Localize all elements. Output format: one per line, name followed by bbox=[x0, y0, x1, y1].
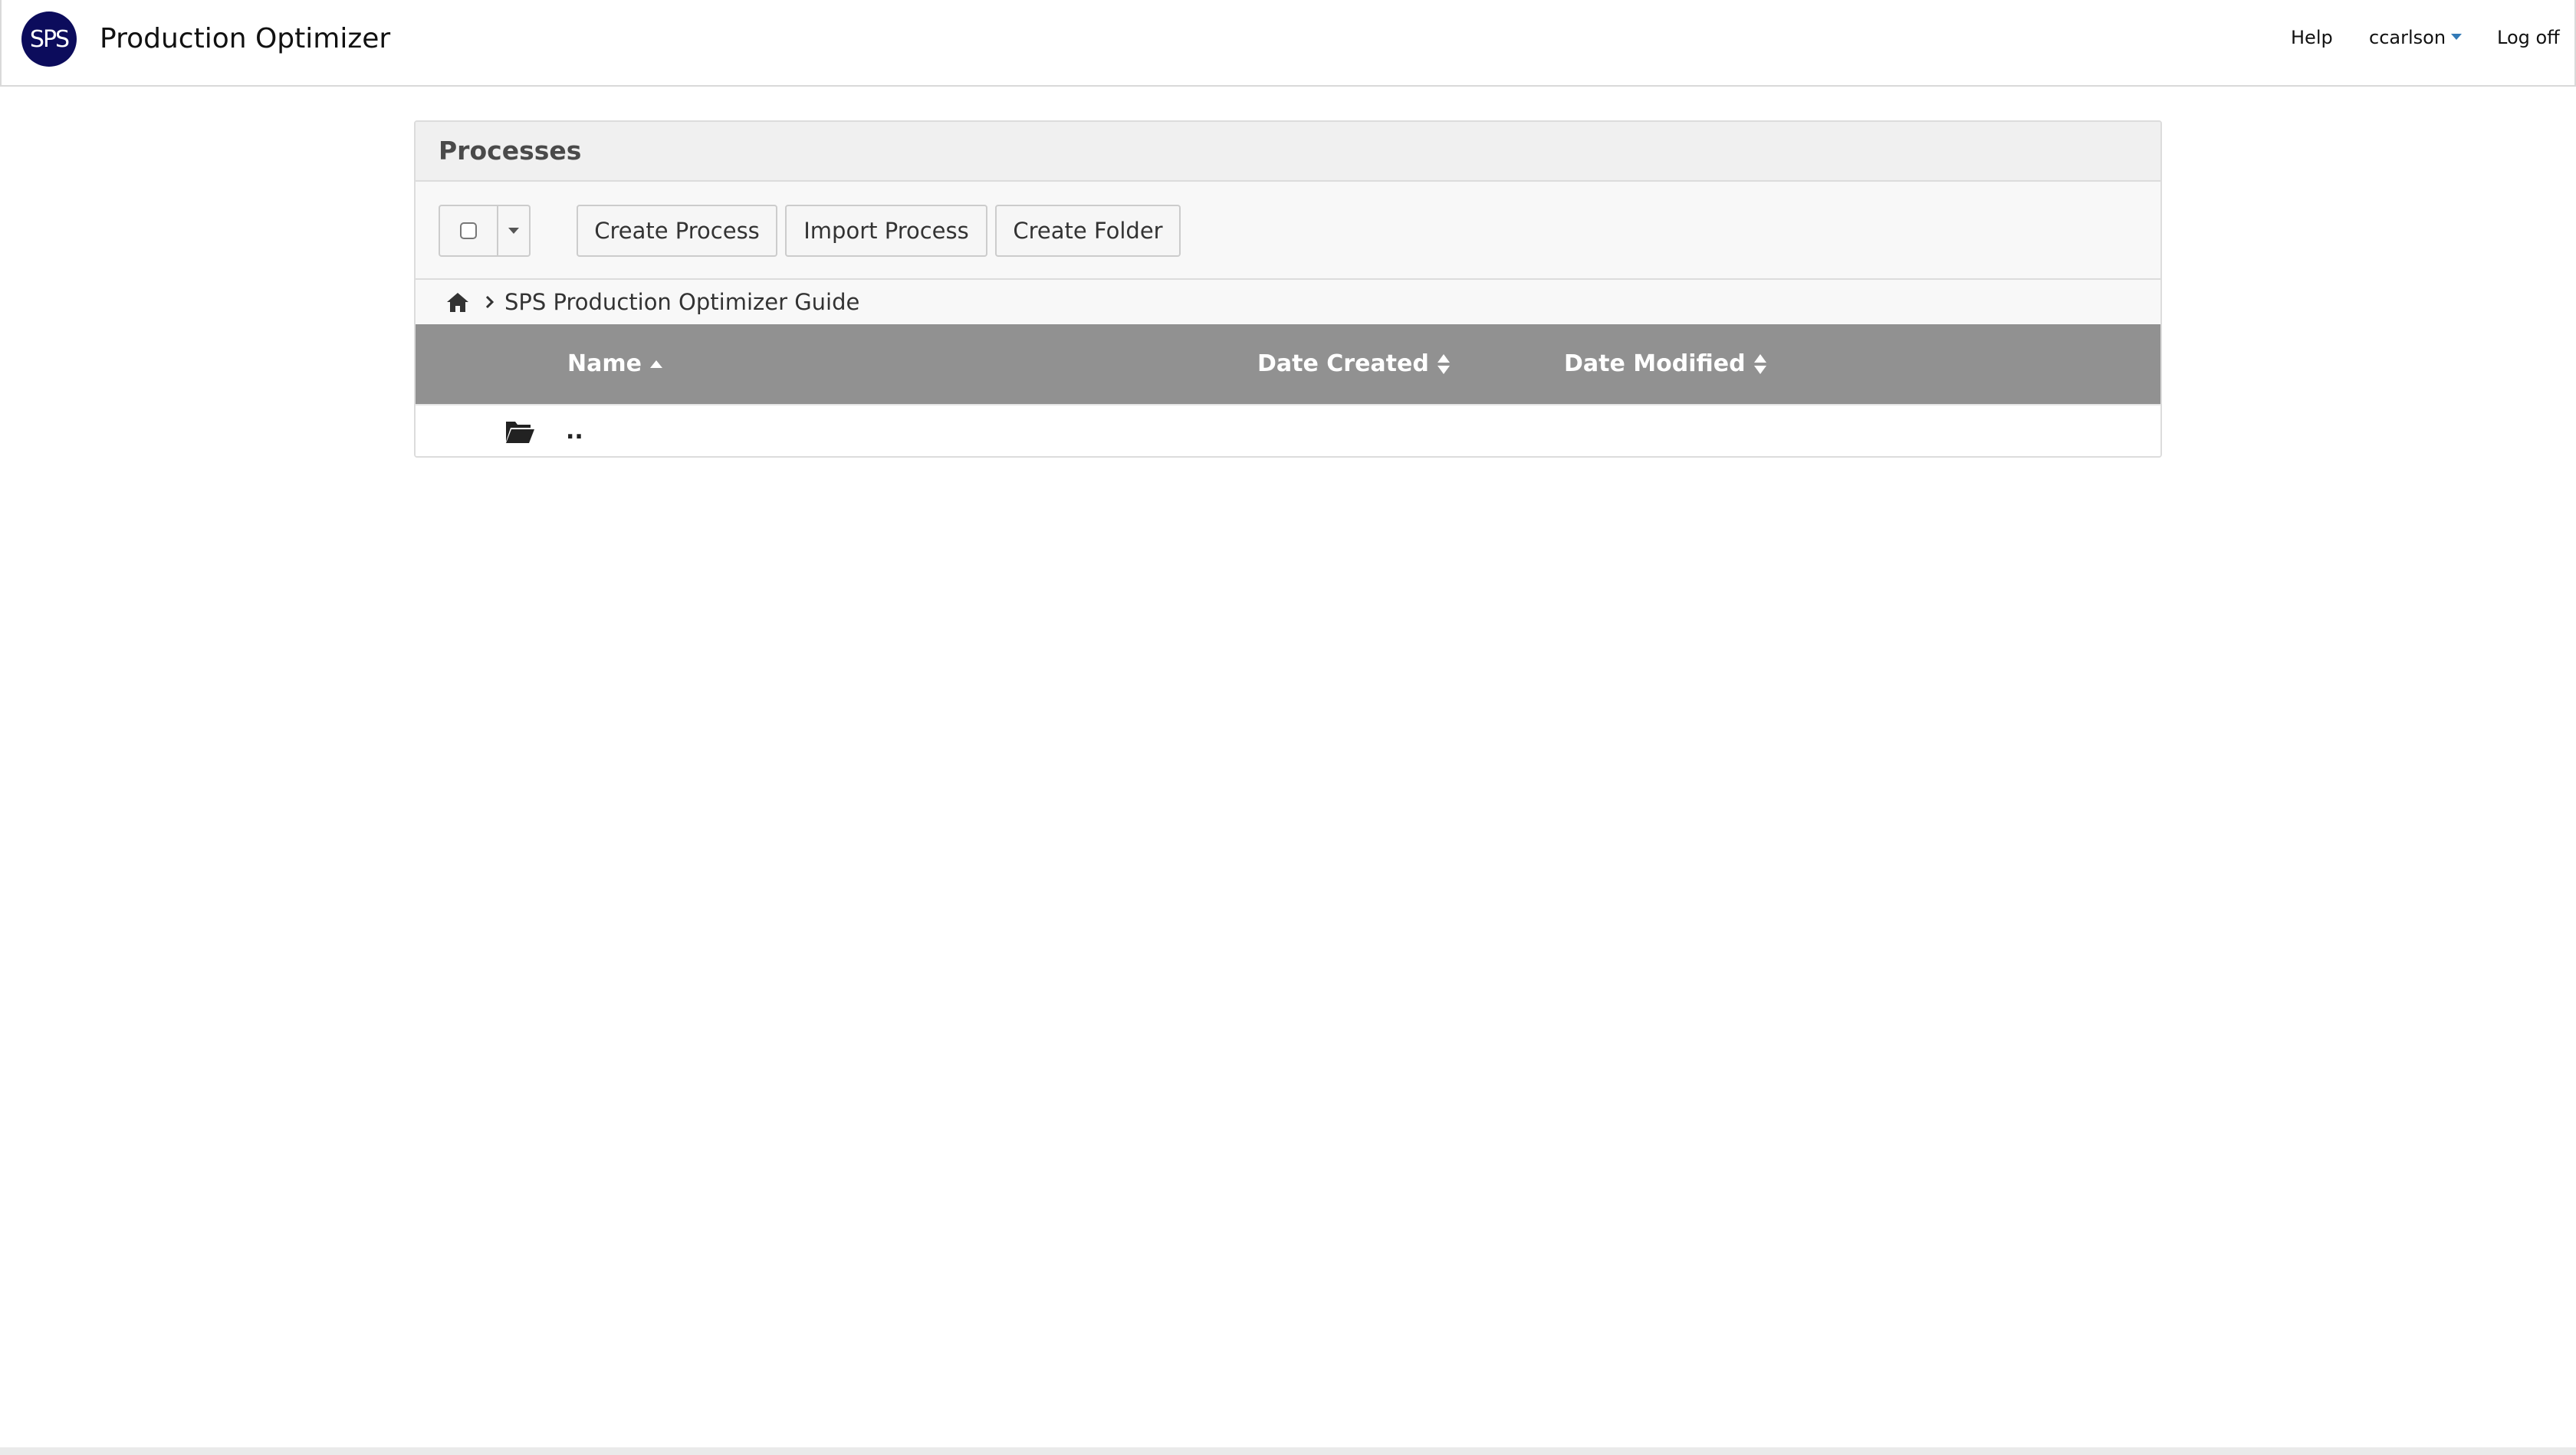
select-options-dropdown[interactable] bbox=[498, 205, 531, 257]
checkbox-icon bbox=[460, 222, 477, 239]
column-header-name[interactable]: Name bbox=[567, 349, 663, 379]
row-name: .. bbox=[566, 418, 583, 445]
column-header-label: Date Created bbox=[1257, 350, 1429, 377]
chevron-right-icon bbox=[485, 295, 495, 309]
column-header-label: Date Modified bbox=[1564, 350, 1746, 377]
column-header-label: Name bbox=[567, 350, 642, 377]
column-header-date-modified[interactable]: Date Modified bbox=[1564, 349, 1767, 379]
app-title[interactable]: Production Optimizer bbox=[100, 18, 390, 60]
window-bottom-edge bbox=[0, 1447, 2576, 1455]
sort-icon bbox=[1753, 354, 1766, 374]
sps-logo[interactable]: SPS bbox=[21, 11, 77, 67]
sort-ascending-icon bbox=[649, 360, 662, 368]
user-menu[interactable]: ccarlson bbox=[2369, 25, 2463, 51]
log-off-link[interactable]: Log off bbox=[2497, 25, 2560, 51]
create-process-button[interactable]: Create Process bbox=[577, 205, 777, 257]
breadcrumb-item-guide[interactable]: SPS Production Optimizer Guide bbox=[504, 289, 859, 315]
toolbar: Create Process Import Process Create Fol… bbox=[416, 182, 2160, 280]
select-all-group bbox=[439, 205, 531, 257]
top-navbar: SPS Production Optimizer Help ccarlson L… bbox=[0, 0, 2576, 87]
folder-open-icon bbox=[506, 422, 534, 443]
breadcrumb: SPS Production Optimizer Guide bbox=[416, 280, 2160, 324]
table-row-parent-folder[interactable]: .. bbox=[416, 404, 2160, 456]
help-link[interactable]: Help bbox=[2291, 25, 2333, 51]
caret-down-icon bbox=[508, 228, 519, 234]
table-header: Name Date Created Date Modified bbox=[416, 324, 2160, 404]
user-name: ccarlson bbox=[2369, 27, 2446, 48]
panel-heading: Processes bbox=[416, 122, 2160, 182]
column-header-date-created[interactable]: Date Created bbox=[1257, 349, 1451, 379]
import-process-button[interactable]: Import Process bbox=[785, 205, 987, 257]
page-title: Processes bbox=[439, 136, 582, 166]
home-icon[interactable] bbox=[446, 291, 469, 313]
select-all-checkbox[interactable] bbox=[439, 205, 498, 257]
create-folder-button[interactable]: Create Folder bbox=[995, 205, 1181, 257]
sort-icon bbox=[1437, 354, 1450, 374]
processes-panel: Processes Create Process Import Process … bbox=[414, 120, 2162, 458]
chevron-down-icon bbox=[2451, 34, 2463, 40]
